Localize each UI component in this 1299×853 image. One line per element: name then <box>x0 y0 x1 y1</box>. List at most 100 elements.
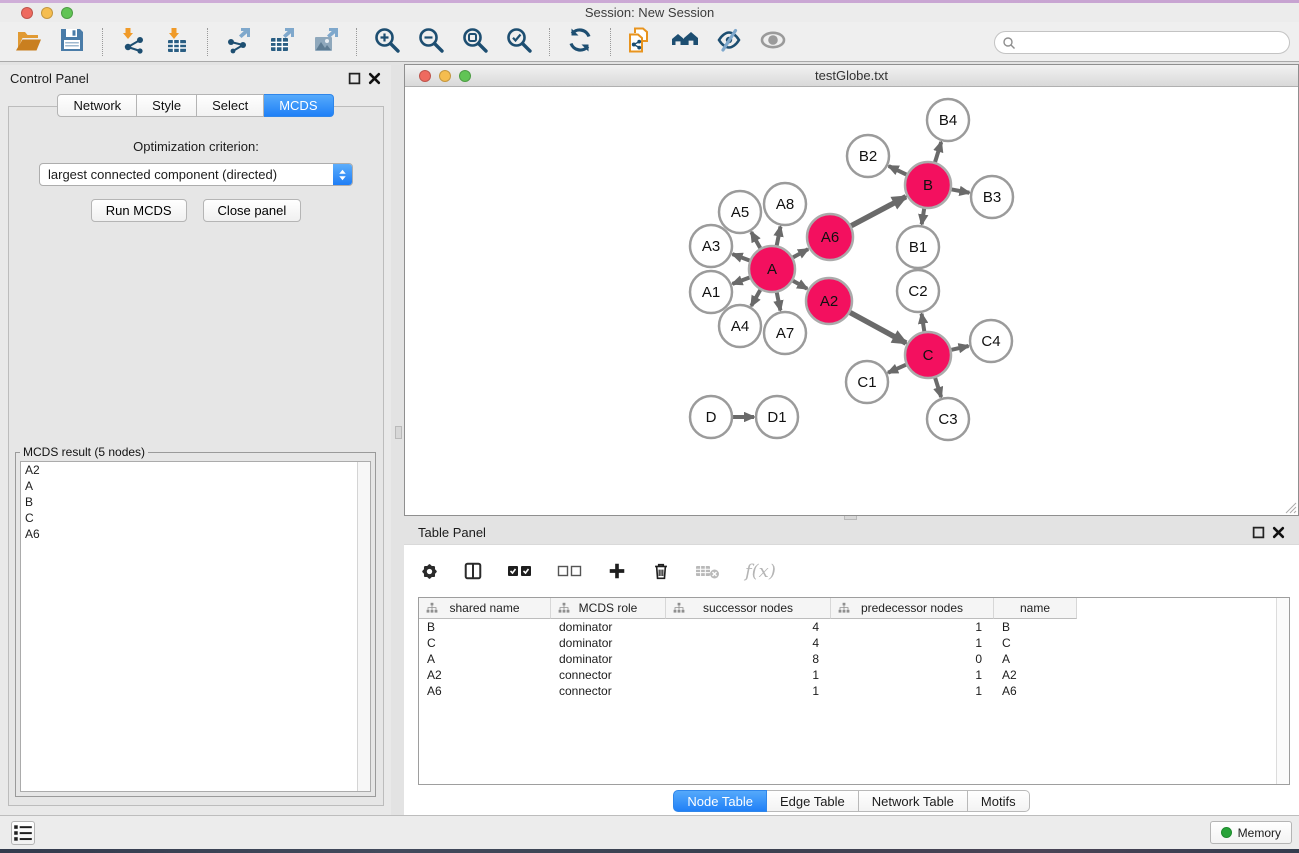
close-window-icon[interactable] <box>21 7 33 19</box>
table-row[interactable]: Cdominator41C <box>419 635 1289 651</box>
import-network-button[interactable] <box>117 26 149 58</box>
graph-edge-B-B2[interactable] <box>889 166 907 175</box>
tab-motifs[interactable]: Motifs <box>968 790 1030 812</box>
column-header-MCDS-role[interactable]: MCDS role <box>551 598 666 619</box>
zoom-out-button[interactable] <box>415 26 447 58</box>
save-session-button[interactable] <box>56 26 88 58</box>
mcds-result-item[interactable]: B <box>21 494 370 510</box>
column-header-successor-nodes[interactable]: successor nodes <box>666 598 831 619</box>
import-table-button[interactable] <box>161 26 193 58</box>
table-scrollbar[interactable] <box>1276 598 1289 784</box>
graph-edge-C-C1[interactable] <box>888 365 906 373</box>
close-panel-button[interactable]: Close panel <box>203 199 302 222</box>
delete-column-button[interactable] <box>651 561 671 581</box>
search-field[interactable] <box>994 31 1290 54</box>
minimize-window-icon[interactable] <box>41 7 53 19</box>
export-network-button[interactable] <box>222 26 254 58</box>
graph-edge-C-C3[interactable] <box>935 378 941 397</box>
tab-network-table[interactable]: Network Table <box>859 790 968 812</box>
task-history-button[interactable] <box>11 821 35 845</box>
graph-node-A[interactable]: A <box>749 246 795 292</box>
split-columns-button[interactable] <box>463 561 483 581</box>
graph-node-C2[interactable]: C2 <box>897 270 939 312</box>
graph-node-B[interactable]: B <box>905 162 951 208</box>
mcds-result-item[interactable]: A <box>21 478 370 494</box>
graph-node-A7[interactable]: A7 <box>764 312 806 354</box>
graph-node-A2[interactable]: A2 <box>806 278 852 324</box>
graph-edge-A2-C[interactable] <box>850 312 906 343</box>
duplicate-network-button[interactable] <box>625 26 657 58</box>
graph-edge-B-B4[interactable] <box>935 142 941 162</box>
graph-node-C3[interactable]: C3 <box>927 398 969 440</box>
column-header-name[interactable]: name <box>994 598 1077 619</box>
mcds-result-item[interactable]: A2 <box>21 462 370 478</box>
graph-node-D1[interactable]: D1 <box>756 396 798 438</box>
maximize-window-icon[interactable] <box>61 7 73 19</box>
graph-edge-B-B1[interactable] <box>922 209 925 225</box>
gear-button[interactable] <box>420 562 439 581</box>
graph-edge-C-C4[interactable] <box>951 346 968 350</box>
graph-node-C4[interactable]: C4 <box>970 320 1012 362</box>
zoom-fit-button[interactable] <box>459 26 491 58</box>
mcds-list-scrollbar[interactable] <box>357 462 370 791</box>
select-all-checkboxes-button[interactable] <box>507 563 533 579</box>
network-close-icon[interactable] <box>419 70 431 82</box>
hide-annotations-button[interactable] <box>713 26 745 58</box>
tab-network[interactable]: Network <box>57 94 137 117</box>
search-input[interactable] <box>1020 34 1289 52</box>
graph-node-C1[interactable]: C1 <box>846 361 888 403</box>
mcds-result-item[interactable]: C <box>21 510 370 526</box>
resize-grip-icon[interactable] <box>1285 502 1297 514</box>
tab-node-table[interactable]: Node Table <box>673 790 767 812</box>
network-canvas[interactable]: AA1A2A3A4A5A6A7A8BB1B2B3B4CC1C2C3C4DD1 <box>405 87 1298 515</box>
table-row[interactable]: Bdominator41B <box>419 619 1289 635</box>
graph-edge-B-B3[interactable] <box>952 189 970 192</box>
network-minimize-icon[interactable] <box>439 70 451 82</box>
graph-edge-A-A7[interactable] <box>777 293 781 311</box>
home-button[interactable] <box>669 26 701 58</box>
graph-edge-C-C2[interactable] <box>922 314 925 332</box>
graph-node-A6[interactable]: A6 <box>807 214 853 260</box>
graph-node-C[interactable]: C <box>905 332 951 378</box>
float-table-panel-icon[interactable] <box>1252 526 1265 539</box>
add-column-button[interactable] <box>607 561 627 581</box>
run-mcds-button[interactable]: Run MCDS <box>91 199 187 222</box>
column-header-predecessor-nodes[interactable]: predecessor nodes <box>831 598 994 619</box>
graph-edge-A-A2[interactable] <box>793 281 807 289</box>
graph-edge-A6-B[interactable] <box>851 197 906 226</box>
graph-edge-A-A4[interactable] <box>751 290 760 306</box>
table-row[interactable]: A2connector11A2 <box>419 667 1289 683</box>
table-row[interactable]: A6connector11A6 <box>419 683 1289 699</box>
graph-node-A4[interactable]: A4 <box>719 305 761 347</box>
float-panel-icon[interactable] <box>348 72 361 85</box>
graph-node-B1[interactable]: B1 <box>897 226 939 268</box>
tab-mcds[interactable]: MCDS <box>264 94 333 117</box>
refresh-button[interactable] <box>564 26 596 58</box>
graph-node-A8[interactable]: A8 <box>764 183 806 225</box>
graph-node-B4[interactable]: B4 <box>927 99 969 141</box>
graph-node-B3[interactable]: B3 <box>971 176 1013 218</box>
zoom-selected-button[interactable] <box>503 26 535 58</box>
close-table-panel-icon[interactable] <box>1272 526 1285 539</box>
export-image-button[interactable] <box>310 26 342 58</box>
open-file-button[interactable] <box>12 26 44 58</box>
tab-style[interactable]: Style <box>137 94 197 117</box>
mcds-result-item[interactable]: A6 <box>21 526 370 542</box>
network-maximize-icon[interactable] <box>459 70 471 82</box>
column-header-shared-name[interactable]: shared name <box>419 598 551 619</box>
criterion-select[interactable]: largest connected component (directed) <box>39 163 353 186</box>
graph-node-A1[interactable]: A1 <box>690 271 732 313</box>
show-graphics-button[interactable] <box>757 26 789 58</box>
graph-edge-A-A5[interactable] <box>751 232 760 248</box>
graph-node-D[interactable]: D <box>690 396 732 438</box>
table-row[interactable]: Adominator80A <box>419 651 1289 667</box>
graph-edge-A-A1[interactable] <box>733 277 750 283</box>
zoom-in-button[interactable] <box>371 26 403 58</box>
vertical-splitter-handle[interactable] <box>395 426 402 439</box>
graph-node-A3[interactable]: A3 <box>690 225 732 267</box>
graph-edge-A-A8[interactable] <box>777 227 781 246</box>
graph-node-B2[interactable]: B2 <box>847 135 889 177</box>
tab-select[interactable]: Select <box>197 94 264 117</box>
graph-edge-A-A6[interactable] <box>793 249 808 257</box>
deselect-all-checkboxes-button[interactable] <box>557 563 583 579</box>
